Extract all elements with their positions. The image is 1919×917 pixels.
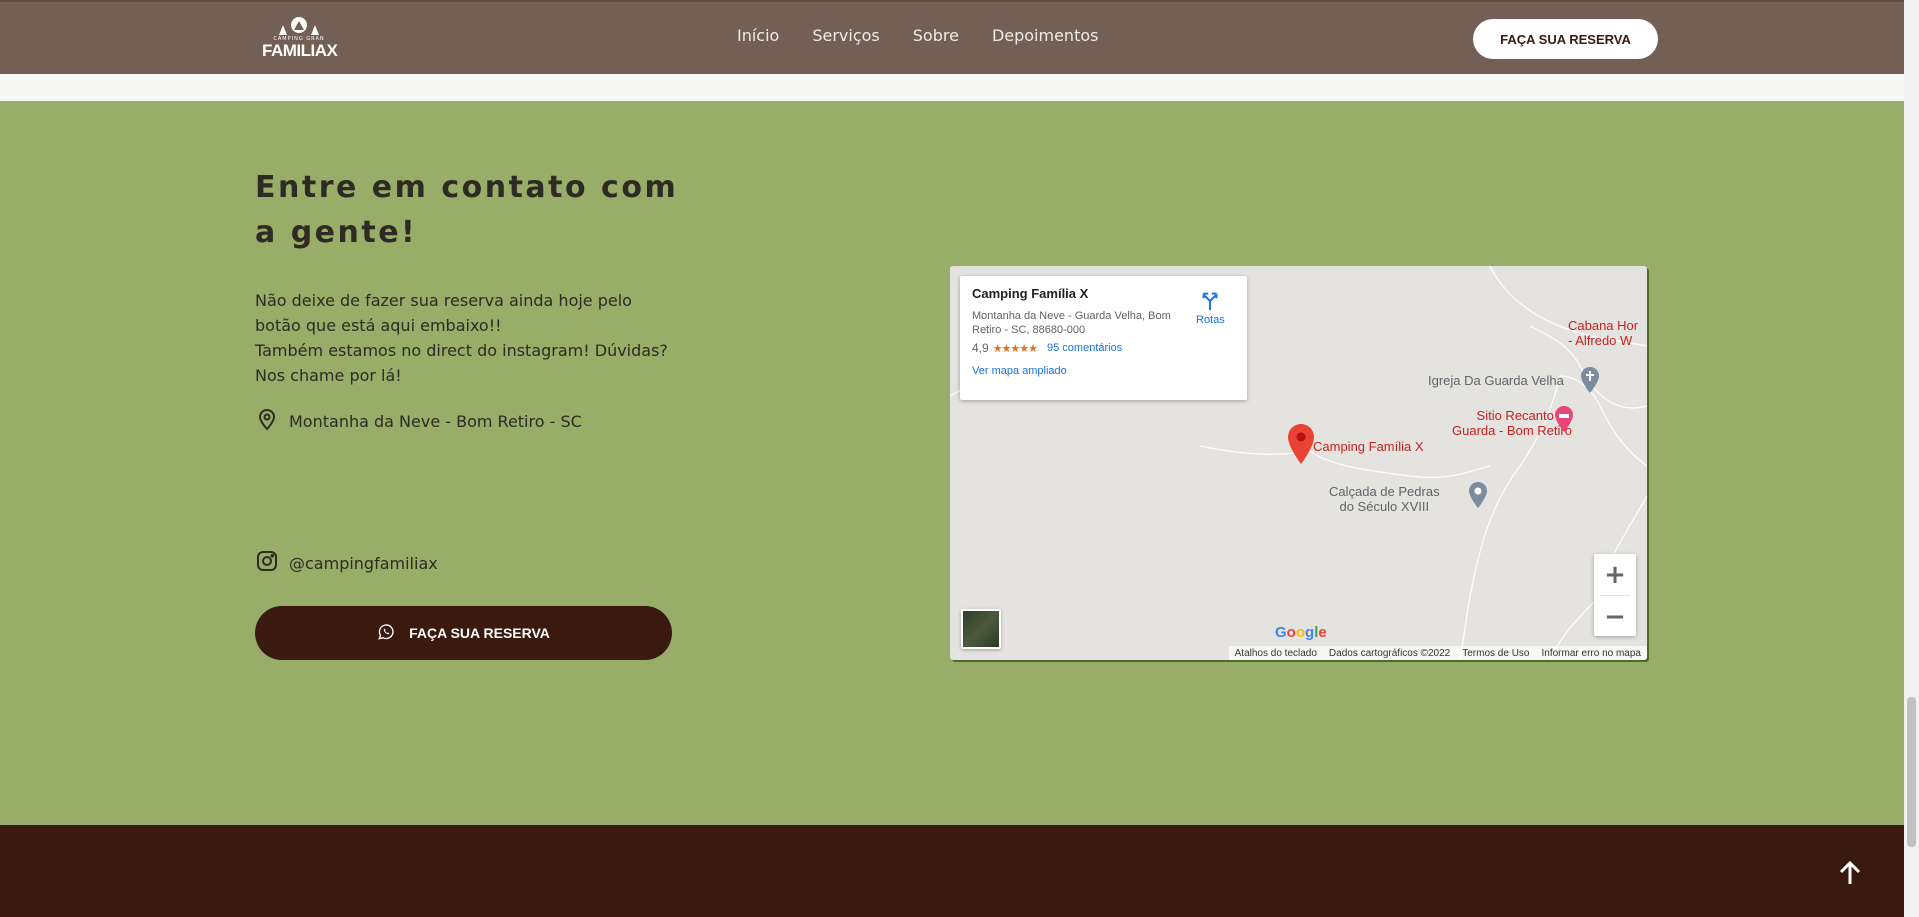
report-error-link[interactable]: Informar erro no mapa <box>1542 648 1642 659</box>
map-footer: Atalhos do teclado Dados cartográficos ©… <box>1228 646 1647 660</box>
map-data-text: Dados cartográficos ©2022 <box>1328 647 1451 659</box>
landmark-pin-icon[interactable] <box>1468 482 1488 508</box>
instagram-handle[interactable]: @campingfamiliax <box>289 554 438 573</box>
whatsapp-reserve-button[interactable]: FAÇA SUA RESERVA <box>255 606 672 660</box>
zoom-in-button[interactable]: + <box>1594 554 1636 595</box>
location-row: Montanha da Neve - Bom Retiro - SC <box>255 407 582 435</box>
reviews-link[interactable]: 95 comentários <box>1047 342 1122 354</box>
contact-description: Não deixe de fazer sua reserva ainda hoj… <box>255 288 675 388</box>
map-label-igreja[interactable]: Igreja Da Guarda Velha <box>1428 373 1564 388</box>
google-map[interactable]: Camping Família X Montanha da Neve - Gua… <box>950 266 1647 660</box>
directions-button[interactable]: Rotas <box>1196 290 1225 326</box>
whatsapp-reserve-label: FAÇA SUA RESERVA <box>409 625 550 641</box>
place-address: Montanha da Neve - Guarda Velha, Bom Ret… <box>972 310 1171 336</box>
contact-desc-2: Também estamos no direct do instagram! D… <box>255 341 668 385</box>
site-header: CAMPING GRAN FAMILIAX Início Serviços So… <box>0 0 1904 74</box>
terms-link[interactable]: Termos de Uso <box>1462 648 1529 659</box>
google-logo: Google <box>1275 624 1327 641</box>
place-card: Camping Família X Montanha da Neve - Gua… <box>960 276 1247 400</box>
back-to-top-arrow-icon[interactable] <box>1835 858 1865 888</box>
place-rating: 4,9 ★★★★★ 95 comentários <box>972 341 1235 355</box>
contact-title: Entre em contato com a gente! <box>255 170 679 250</box>
view-larger-map-link[interactable]: Ver mapa ampliado <box>972 365 1235 377</box>
satellite-toggle[interactable] <box>961 609 1001 649</box>
rating-stars-icon: ★★★★★ <box>992 342 1038 355</box>
map-pin-icon <box>255 407 279 435</box>
tent-logo-icon <box>262 16 336 36</box>
rating-value: 4,9 <box>972 341 989 355</box>
camping-marker-icon[interactable] <box>1287 424 1315 464</box>
contact-desc-1: Não deixe de fazer sua reserva ainda hoj… <box>255 291 632 335</box>
nav-inicio[interactable]: Início <box>737 26 779 45</box>
instagram-row[interactable]: @campingfamiliax <box>255 549 438 577</box>
map-label-cabana[interactable]: Cabana Hor - Alfredo W <box>1568 318 1638 348</box>
page-scrollbar[interactable] <box>1904 0 1919 917</box>
instagram-icon <box>255 549 279 577</box>
logo[interactable]: CAMPING GRAN FAMILIAX <box>262 16 338 62</box>
site-footer <box>0 825 1904 917</box>
scrollbar-thumb[interactable] <box>1907 697 1916 847</box>
directions-icon <box>1202 292 1218 311</box>
map-label-calcada[interactable]: Calçada de Pedras do Século XVIII <box>1329 484 1440 514</box>
map-label-camping[interactable]: Camping Família X <box>1313 439 1424 454</box>
location-text: Montanha da Neve - Bom Retiro - SC <box>289 411 582 431</box>
zoom-controls: + − <box>1594 554 1636 636</box>
lodging-pin-icon[interactable] <box>1554 406 1574 432</box>
main-nav: Início Serviços Sobre Depoimentos <box>737 26 1098 45</box>
keyboard-shortcuts-link[interactable]: Atalhos do teclado <box>1235 648 1317 659</box>
nav-servicos[interactable]: Serviços <box>812 26 879 45</box>
header-reserve-button[interactable]: FAÇA SUA RESERVA <box>1473 19 1658 59</box>
nav-depoimentos[interactable]: Depoimentos <box>992 26 1099 45</box>
church-pin-icon[interactable] <box>1580 367 1600 393</box>
whatsapp-icon <box>377 623 395 644</box>
directions-label: Rotas <box>1196 314 1225 326</box>
nav-sobre[interactable]: Sobre <box>913 26 959 45</box>
logo-big-text: FAMILIAX <box>262 41 338 60</box>
zoom-out-button[interactable]: − <box>1594 596 1636 637</box>
